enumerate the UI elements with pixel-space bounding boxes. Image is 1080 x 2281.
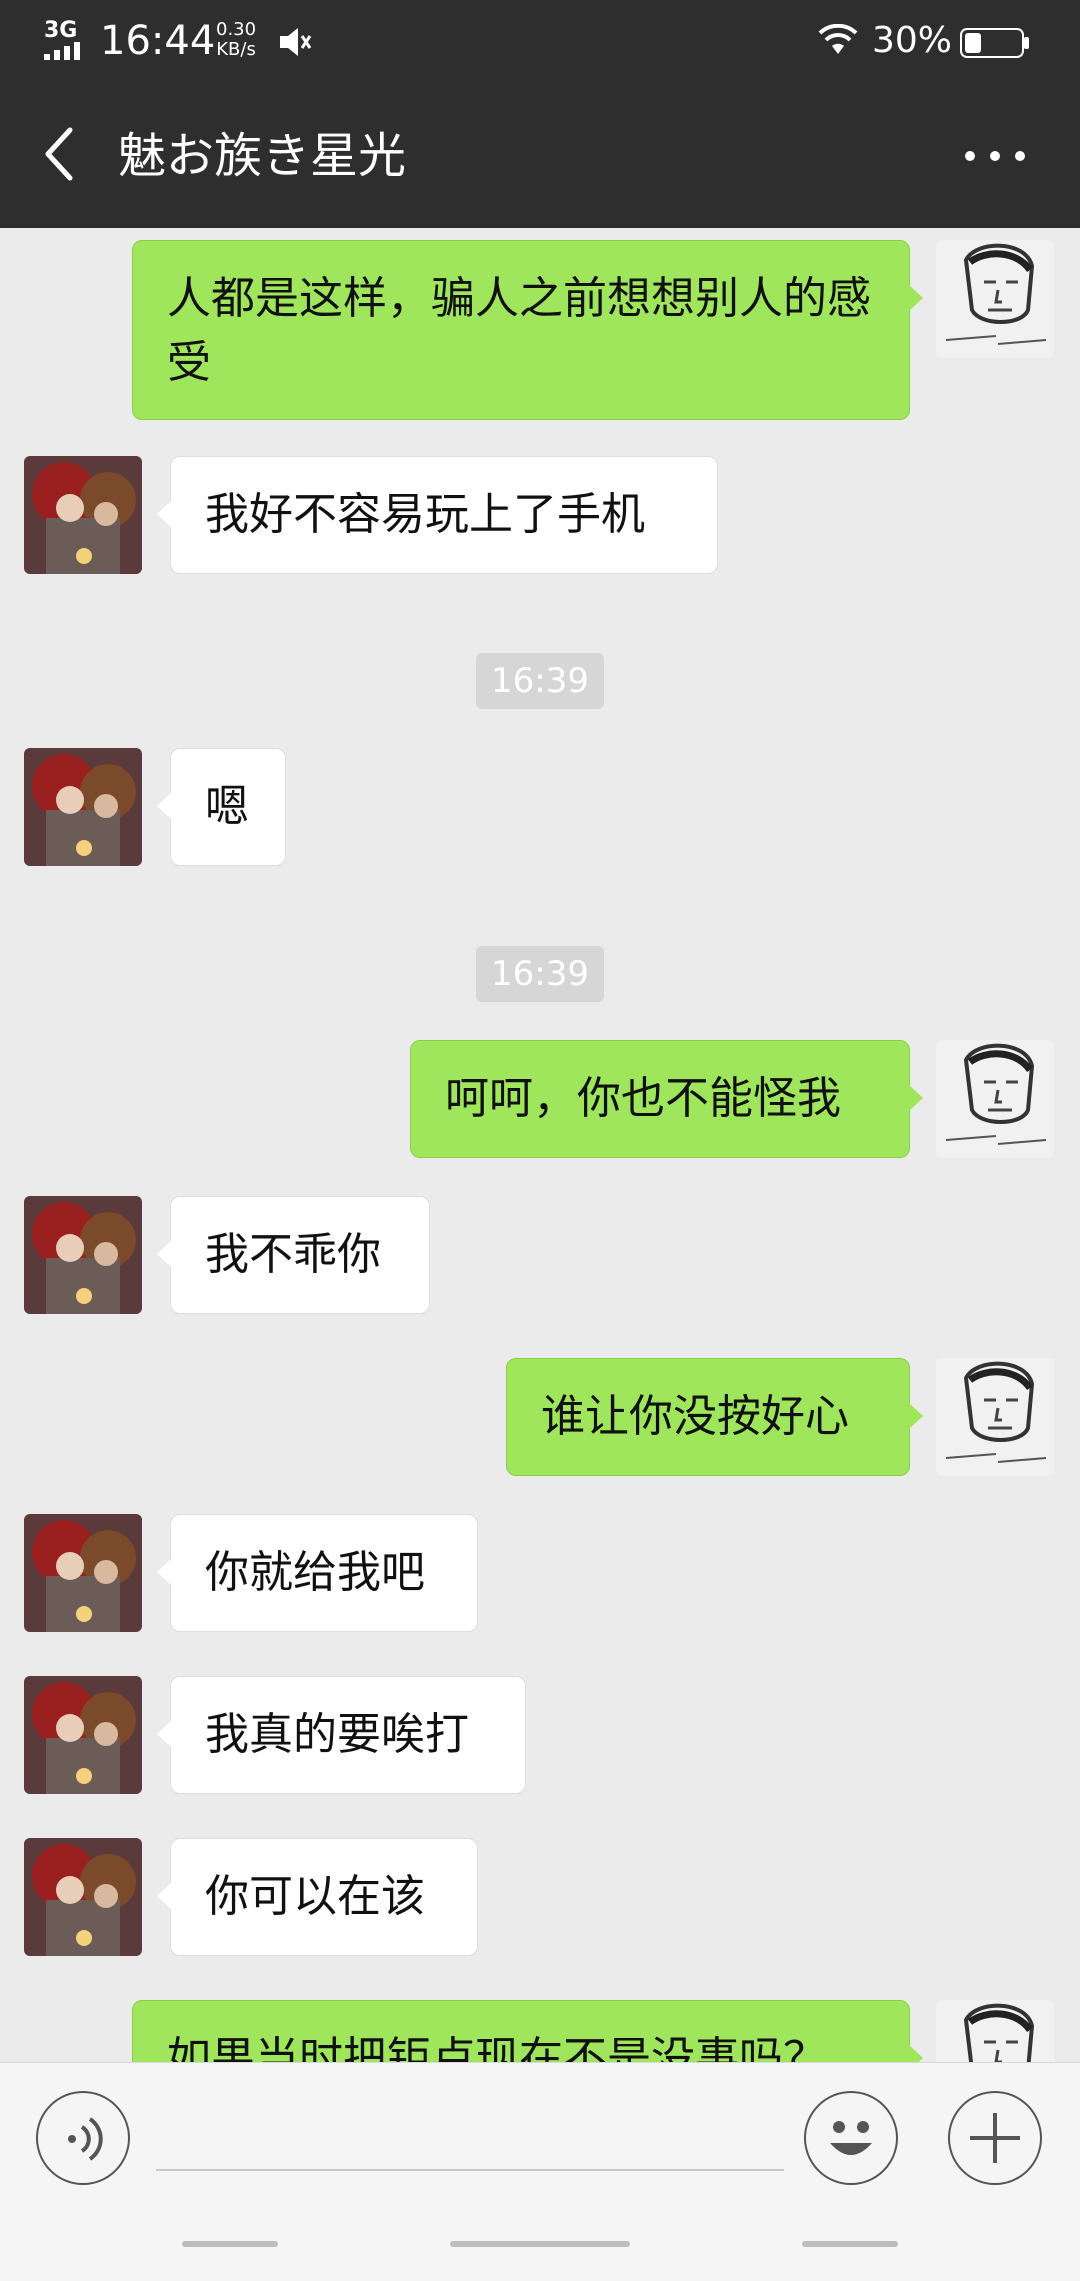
speed-unit: KB/s [216,39,256,60]
message-bubble[interactable]: 人都是这样，骗人之前想想别人的感受 [132,240,923,420]
signal-icon [44,42,80,60]
nav-menu-bar[interactable] [182,2241,278,2247]
input-bar [0,2062,1080,2281]
mute-icon [280,28,312,56]
network-type: 3G [44,18,78,43]
battery-icon [960,28,1029,58]
speed-value: 0.30 [216,19,257,40]
message-bubble[interactable]: 我真的要唉打 [157,1676,526,1794]
voice-button[interactable] [36,2091,130,2185]
message-input[interactable] [156,2111,784,2171]
self-avatar[interactable] [936,2000,1054,2062]
message-bubble[interactable]: 我不乖你 [157,1196,430,1314]
title-bar: 魅お族き星光 [0,84,1080,228]
message-bubble[interactable]: 如果当时把钜卢现在不是没事吗？ [132,2000,923,2062]
plus-button[interactable] [948,2091,1042,2185]
contact-avatar-image [24,1676,142,1794]
status-time: 16:44 [100,18,216,64]
message-bubble[interactable]: 嗯 [157,748,286,866]
contact-avatar[interactable] [24,1514,142,1632]
voice-icon [68,2117,103,2161]
self-avatar[interactable] [936,1358,1054,1476]
emoji-icon [830,2121,872,2155]
timestamp: 16:39 [476,946,604,1002]
plus-icon [970,2113,1020,2163]
self-avatar-image [936,1040,1054,1158]
emoji-button[interactable] [804,2091,898,2185]
contact-avatar[interactable] [24,1838,142,1956]
message-bubble[interactable]: 你可以在该 [157,1838,478,1956]
nav-back-bar[interactable] [802,2241,898,2247]
message-bubble[interactable]: 呵呵，你也不能怪我 [410,1040,923,1158]
top-bar: 3G 16:44 0.30 KB/s 30% 魅お族き星光 [0,0,1080,228]
chat-title: 魅お族き星光 [118,128,407,184]
contact-avatar[interactable] [24,456,142,574]
message-bubble[interactable]: 谁让你没按好心 [506,1358,923,1476]
nav-home-bar[interactable] [450,2241,630,2247]
contact-avatar-image [24,456,142,574]
contact-avatar[interactable] [24,1676,142,1794]
more-dots-icon[interactable] [960,136,1030,176]
contact-avatar-image [24,1514,142,1632]
chat-area[interactable]: 人都是这样，骗人之前想想别人的感受 我好不容易玩上了手机 16:39 嗯 16:… [0,228,1080,2062]
contact-avatar[interactable] [24,1196,142,1314]
timestamp: 16:39 [476,653,604,709]
self-avatar-image [936,1358,1054,1476]
self-avatar-image [936,2000,1054,2062]
contact-avatar-image [24,1838,142,1956]
self-avatar[interactable] [936,1040,1054,1158]
battery-percent: 30% [872,20,953,61]
self-avatar-image [936,240,1054,358]
contact-avatar[interactable] [24,748,142,866]
status-bar: 3G 16:44 0.30 KB/s 30% [0,0,1080,84]
chevron-left-icon[interactable] [38,124,78,184]
wifi-icon [818,24,858,54]
self-avatar[interactable] [936,240,1054,358]
message-bubble[interactable]: 你就给我吧 [157,1514,478,1632]
message-bubble[interactable]: 我好不容易玩上了手机 [157,456,718,574]
network-speed: 0.30 KB/s [216,20,256,60]
contact-avatar-image [24,1196,142,1314]
contact-avatar-image [24,748,142,866]
